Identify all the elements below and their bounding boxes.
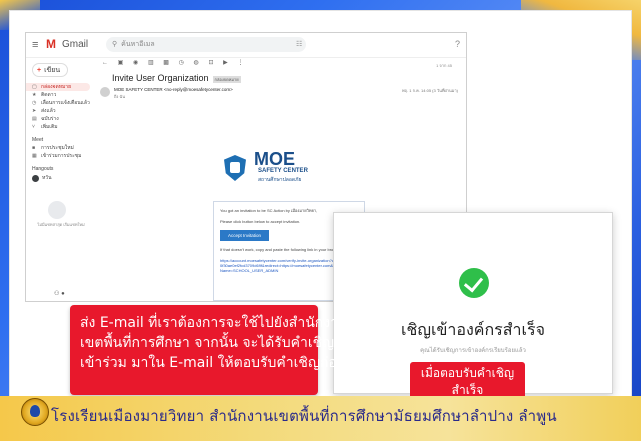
gmail-logo-icon[interactable]: M <box>46 37 56 51</box>
school-seal-icon <box>21 398 49 426</box>
archive-icon[interactable]: ▣ <box>118 60 124 66</box>
person-icon[interactable]: ⚇ <box>54 291 59 297</box>
search-input[interactable]: ⚲ ค้นหาอีเมล <box>106 37 306 52</box>
callout-line: เขตพื้นที่การศึกษา จากนั้น จะได้รับคำเชิ… <box>80 335 335 351</box>
sidebar-item-more[interactable]: ˅ เพิ่มเติม <box>26 123 98 131</box>
moe-logo: MOE SAFETY CENTER สถานศึกษาปลอดภัย <box>224 149 334 191</box>
sender-name: MOE SAFETY CENTER <no-reply@moesafetycen… <box>114 87 233 92</box>
chat-bubble-icon <box>48 201 66 219</box>
sidebar-footer-icons: ⚇ ● <box>54 290 65 297</box>
email-time: พฤ. 1 ก.ค. 14:05 (3 วันที่ผ่านมา) <box>402 88 458 93</box>
hangouts-user-name: หวัน <box>42 175 52 181</box>
inbox-tag[interactable]: กล่องจดหมาย <box>212 76 241 83</box>
label-icon[interactable]: ▶ <box>223 60 228 66</box>
callout-line: เข้าร่วม มาใน E-mail ให้ตอบรับคำเชิญก่อน <box>80 355 347 371</box>
back-icon[interactable]: ← <box>102 60 108 66</box>
report-icon[interactable]: ◉ <box>133 60 138 66</box>
sidebar-item-label: เพิ่มเติม <box>41 124 58 130</box>
more-icon[interactable]: ⋮ <box>237 60 243 66</box>
logo-thai: สถานศึกษาปลอดภัย <box>258 177 302 183</box>
meet-new-meeting[interactable]: ■ การประชุมใหม่ <box>26 144 98 152</box>
pager: 1 จาก 45 <box>436 63 452 68</box>
hangouts-empty-text: ไม่มีแชทล่าสุด เริ่มแชทใหม่ <box>37 222 85 227</box>
avatar <box>32 174 39 182</box>
help-icon[interactable]: ? <box>455 39 460 49</box>
callout-line: ส่ง E-mail ที่เราต้องการจะใช้ไปยังสำนักง… <box>80 315 348 331</box>
sidebar-item-label: เลื่อนการแจ้งเตือนแล้ว <box>41 100 90 106</box>
email-toolbar: ← ▣ ◉ ▥ ▩ ◷ ◍ ⊡ ▶ ⋮ 1 จาก 45 <box>98 57 466 69</box>
logo-subtitle: SAFETY CENTER <box>258 168 308 174</box>
gmail-sidebar: + เขียน ▢ กล่องจดหมาย ★ ติดดาว ◷ เลื่อนการแจ… <box>26 57 98 301</box>
plus-icon: + <box>37 67 42 74</box>
sidebar-item-label: ติดดาว <box>41 92 57 98</box>
inbox-icon: ▢ <box>32 84 37 90</box>
avatar <box>100 87 110 97</box>
dialog-title: เชิญเข้าองค์กรสำเร็จ <box>401 320 545 339</box>
star-icon: ★ <box>32 92 37 98</box>
sidebar-item-snoozed[interactable]: ◷ เลื่อนการแจ้งเตือนแล้ว <box>26 99 98 107</box>
sidebar-item-starred[interactable]: ★ ติดดาว <box>26 91 98 99</box>
recipient[interactable]: ถึง ฉัน <box>114 93 125 100</box>
tune-icon[interactable]: ☷ <box>296 40 302 48</box>
email-subject: Invite User Organization กล่องจดหมาย <box>112 73 466 83</box>
compose-button[interactable]: + เขียน <box>32 63 68 77</box>
sidebar-item-label: ส่งแล้ว <box>41 108 56 114</box>
delete-icon[interactable]: ▥ <box>148 60 154 66</box>
sidebar-item-sent[interactable]: ➤ ส่งแล้ว <box>26 107 98 115</box>
subject-text: Invite User Organization <box>112 73 209 83</box>
hamburger-icon[interactable]: ≡ <box>32 39 38 51</box>
mail-icon[interactable]: ▩ <box>163 60 169 66</box>
logo-title: MOE <box>254 149 296 169</box>
meet-join-meeting[interactable]: ▦ เข้าร่วมการประชุม <box>26 152 98 160</box>
meet-item-label: การประชุมใหม่ <box>41 145 74 151</box>
sidebar-item-inbox[interactable]: ▢ กล่องจดหมาย <box>26 83 90 91</box>
draft-icon: ▤ <box>32 116 37 122</box>
check-icon[interactable]: ◍ <box>194 60 199 66</box>
check-circle-icon <box>459 268 489 298</box>
footer-text: โรงเรียนเมืองมายวิทยา สำนักงานเขตพื้นที่… <box>51 407 557 425</box>
dialog-subtitle: คุณได้รับเชิญการเข้าองค์กรเรียบร้อยแล้ว <box>420 348 526 354</box>
move-icon[interactable]: ⊡ <box>208 60 213 66</box>
instruction-callout: ส่ง E-mail ที่เราต้องการจะใช้ไปยังสำนักง… <box>70 305 348 395</box>
shield-icon <box>224 155 246 181</box>
clock-icon[interactable]: ◷ <box>179 60 184 66</box>
search-icon: ⚲ <box>112 41 118 48</box>
hangouts-user[interactable]: หวัน <box>26 173 98 183</box>
search-placeholder: ค้นหาอีเมล <box>121 41 155 48</box>
gmail-header: ≡ M Gmail ⚲ ค้นหาอีเมล ☷ ? <box>26 33 466 58</box>
sidebar-item-label: กล่องจดหมาย <box>41 84 72 90</box>
send-icon: ➤ <box>32 108 37 114</box>
meet-heading: Meet <box>32 137 44 143</box>
chevron-down-icon: ˅ <box>32 124 35 130</box>
hangouts-heading: Hangouts <box>32 166 54 172</box>
compose-label: เขียน <box>44 67 61 74</box>
sidebar-item-label: ฉบับร่าง <box>41 116 59 122</box>
app-name: Gmail <box>62 39 89 50</box>
keyboard-icon: ▦ <box>32 153 37 159</box>
accept-invitation-button[interactable]: Accept Invitation <box>220 230 270 241</box>
video-icon: ■ <box>32 145 36 151</box>
meet-item-label: เข้าร่วมการประชุม <box>41 153 82 159</box>
sidebar-item-drafts[interactable]: ▤ ฉบับร่าง <box>26 115 98 123</box>
sender-row: MOE SAFETY CENTER <no-reply@moesafetycen… <box>98 87 466 103</box>
clock-icon: ◷ <box>32 100 37 106</box>
chat-icon[interactable]: ● <box>61 291 65 297</box>
callout-line: เมื่อตอบรับคำเชิญ <box>420 366 515 380</box>
